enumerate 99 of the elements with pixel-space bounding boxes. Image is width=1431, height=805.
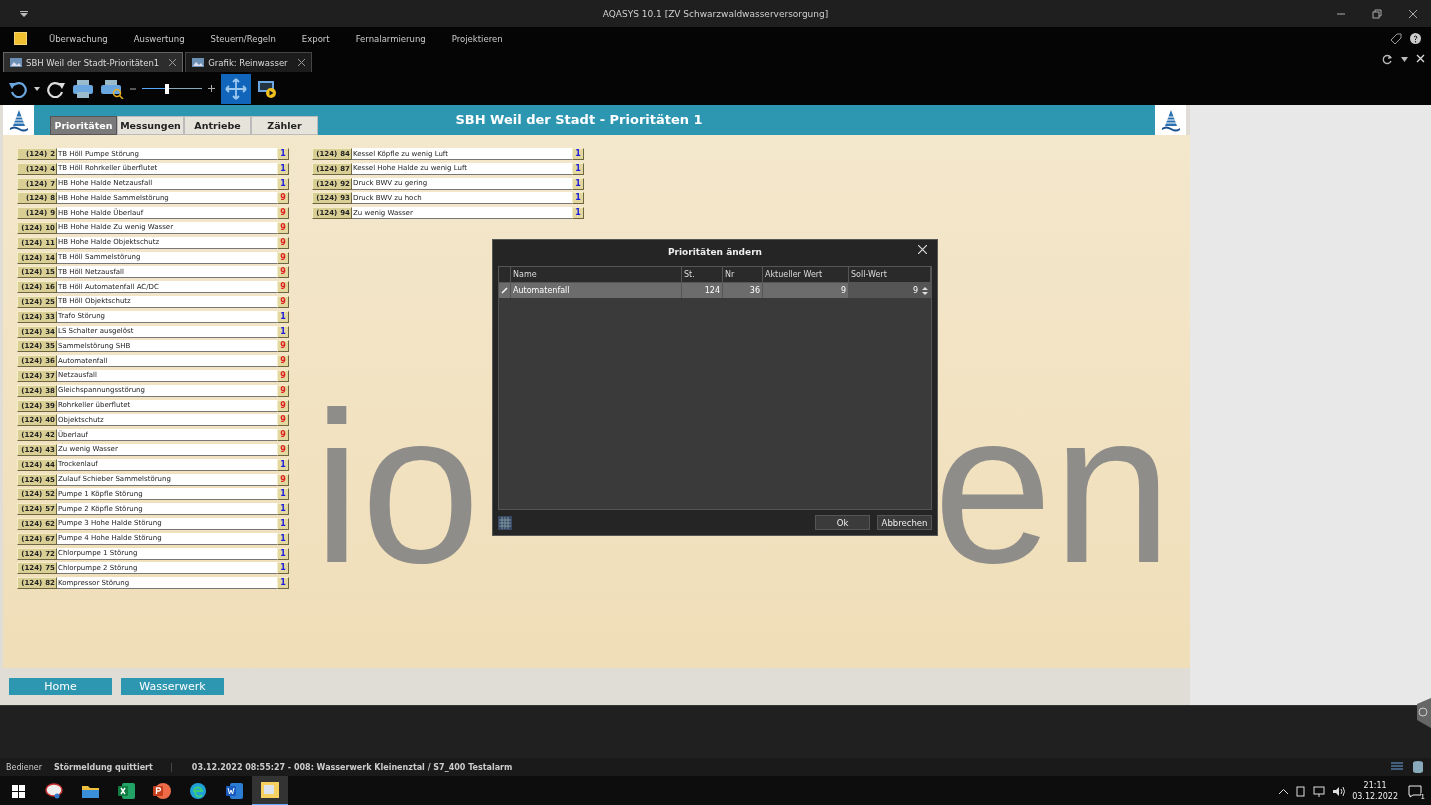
table-cell: 36 bbox=[723, 283, 763, 298]
priority-button[interactable]: 9 bbox=[277, 295, 289, 308]
priority-button[interactable]: 1 bbox=[277, 325, 289, 338]
menu-item[interactable]: Überwachung bbox=[49, 33, 108, 44]
nav-button[interactable]: Wasserwerk bbox=[121, 678, 224, 695]
priority-button[interactable]: 1 bbox=[277, 532, 289, 545]
table-cell: 124 bbox=[682, 283, 723, 298]
zoom-out-icon[interactable] bbox=[130, 87, 136, 90]
image-icon bbox=[192, 58, 205, 67]
menu-item[interactable]: Projektieren bbox=[451, 33, 503, 44]
table-cell: Automatenfall bbox=[511, 283, 682, 298]
zoom-slider[interactable] bbox=[142, 83, 202, 94]
move-button[interactable] bbox=[221, 73, 251, 104]
priority-button[interactable]: 1 bbox=[277, 517, 289, 530]
window-title: AQASYS 10.1 [ZV Schwarzwaldwasserversorgung] bbox=[602, 8, 829, 19]
priority-button[interactable]: 9 bbox=[277, 192, 289, 205]
page-tab[interactable]: Messungen bbox=[117, 116, 184, 135]
status-message: 03.12.2022 08:55:27 - 008: Wasserwerk Kleinenztal / S7_400 Testalarm bbox=[190, 762, 514, 772]
priority-button[interactable]: 9 bbox=[277, 266, 289, 279]
user-label: Bediener bbox=[5, 762, 43, 772]
priority-button[interactable]: 9 bbox=[277, 281, 289, 294]
caret-icon[interactable] bbox=[34, 86, 40, 91]
priority-button[interactable]: 1 bbox=[277, 503, 289, 516]
clock-time[interactable]: 21:11 bbox=[1363, 780, 1387, 791]
column-header[interactable]: Nr bbox=[723, 267, 763, 282]
priority-button[interactable]: 9 bbox=[277, 355, 289, 368]
priority-button[interactable]: 9 bbox=[277, 384, 289, 397]
page-tab[interactable]: Zähler bbox=[251, 116, 318, 135]
priority-button[interactable]: 9 bbox=[277, 429, 289, 442]
priority-button[interactable]: 1 bbox=[277, 577, 289, 590]
priority-button[interactable]: 1 bbox=[277, 148, 289, 160]
document-tab[interactable]: Grafik: Reinwasser bbox=[185, 52, 312, 72]
film-play-icon[interactable] bbox=[257, 78, 277, 99]
app-icon[interactable] bbox=[252, 776, 288, 805]
page-tab[interactable]: Prioritäten bbox=[50, 116, 117, 135]
menu-item[interactable]: Fernalarmierung bbox=[355, 33, 426, 44]
priority-button[interactable]: 9 bbox=[277, 473, 289, 486]
nav-button[interactable]: Home bbox=[9, 678, 112, 695]
network-icon[interactable] bbox=[1313, 785, 1326, 797]
priority-button[interactable]: 1 bbox=[572, 207, 584, 220]
list-icon[interactable] bbox=[1391, 761, 1403, 771]
tag-icon[interactable] bbox=[1390, 32, 1402, 45]
redo-icon[interactable] bbox=[46, 79, 66, 98]
caret-icon[interactable] bbox=[1279, 788, 1289, 794]
print-icon[interactable] bbox=[72, 78, 94, 99]
table-row[interactable]: Automatenfall 124 36 9 9 bbox=[499, 283, 931, 298]
page-tab[interactable]: Antriebe bbox=[184, 116, 251, 135]
priority-button[interactable]: 1 bbox=[277, 562, 289, 575]
priority-button[interactable]: 1 bbox=[277, 458, 289, 471]
priority-button[interactable]: 9 bbox=[277, 251, 289, 264]
document-tab[interactable]: SBH Weil der Stadt-Prioritäten1 bbox=[3, 52, 184, 72]
status-event: Störmeldung quittiert bbox=[47, 762, 172, 772]
menu-item[interactable]: Steuern/Regeln bbox=[210, 33, 276, 44]
page-title: SBH Weil der Stadt - Prioritäten 1 bbox=[455, 112, 703, 127]
priority-button[interactable]: 9 bbox=[277, 222, 289, 234]
caret-icon[interactable] bbox=[1401, 56, 1408, 62]
dialog-title: Prioritäten ändern bbox=[668, 247, 762, 257]
logo-icon bbox=[3, 105, 34, 135]
print-preview-icon[interactable] bbox=[100, 78, 124, 99]
grid-icon[interactable] bbox=[498, 515, 512, 530]
close-icon[interactable] bbox=[297, 59, 305, 66]
volume-icon[interactable] bbox=[1332, 785, 1346, 797]
column-header[interactable]: Name bbox=[511, 267, 682, 282]
priority-button[interactable]: 1 bbox=[572, 148, 584, 160]
column-header[interactable]: Aktueller Wert bbox=[763, 267, 849, 282]
menu-item[interactable]: Auswertung bbox=[133, 33, 185, 44]
background-lettering: io bbox=[313, 380, 481, 595]
priority-button[interactable]: 9 bbox=[277, 414, 289, 427]
priority-button[interactable]: 9 bbox=[277, 236, 289, 249]
priority-button[interactable]: 1 bbox=[572, 177, 584, 190]
priority-button[interactable]: 1 bbox=[277, 310, 289, 323]
refresh-icon[interactable] bbox=[1382, 53, 1393, 65]
dialog-button[interactable]: Abbrechen bbox=[877, 515, 932, 530]
spinner-icon[interactable] bbox=[922, 285, 928, 296]
priority-button[interactable]: 1 bbox=[277, 162, 289, 175]
priority-button[interactable]: 1 bbox=[277, 488, 289, 501]
database-icon[interactable] bbox=[1413, 761, 1423, 773]
device-icon[interactable] bbox=[1295, 785, 1307, 797]
priority-button[interactable]: 9 bbox=[277, 340, 289, 353]
column-header[interactable]: Soll-Wert bbox=[849, 267, 931, 282]
priority-button[interactable]: 1 bbox=[277, 547, 289, 560]
dialog-button[interactable]: Ok bbox=[815, 515, 870, 530]
menu-item[interactable]: Export bbox=[301, 33, 330, 44]
help-icon[interactable] bbox=[1410, 33, 1421, 44]
priority-button[interactable]: 1 bbox=[572, 162, 584, 175]
column-header[interactable]: St. bbox=[682, 267, 723, 282]
zoom-in-icon[interactable] bbox=[208, 85, 215, 92]
priority-button[interactable]: 9 bbox=[277, 399, 289, 412]
priority-button[interactable]: 1 bbox=[277, 177, 289, 190]
priority-button[interactable]: 9 bbox=[277, 443, 289, 456]
number-field[interactable]: 9 bbox=[849, 283, 931, 298]
clock-date[interactable]: 03.12.2022 bbox=[1352, 791, 1398, 802]
image-icon bbox=[10, 58, 22, 67]
priority-button[interactable]: 9 bbox=[277, 369, 289, 382]
background-lettering: en bbox=[933, 380, 1173, 595]
priority-button[interactable]: 1 bbox=[572, 192, 584, 205]
undo-icon[interactable] bbox=[8, 79, 28, 98]
logo-icon bbox=[1155, 105, 1186, 135]
priority-button[interactable]: 9 bbox=[277, 207, 289, 220]
